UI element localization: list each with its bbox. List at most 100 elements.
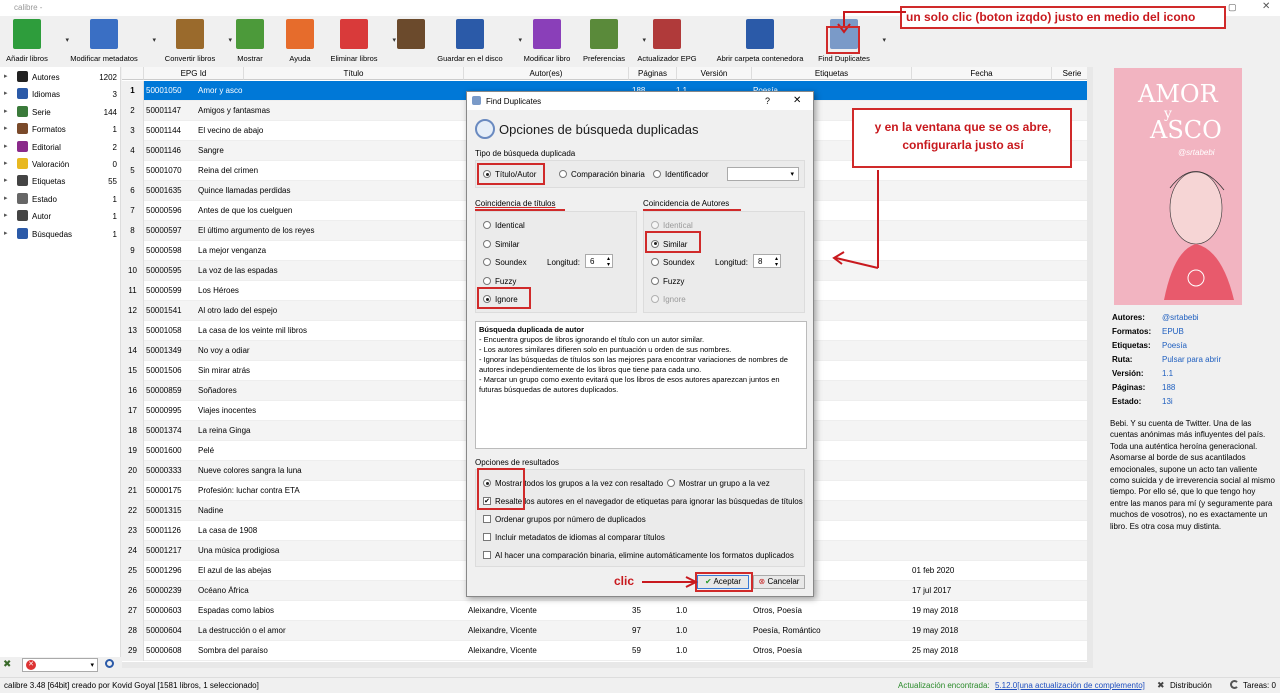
cell-date: 17 jul 2017 <box>912 586 952 595</box>
tasks-label[interactable]: Tareas: 0 <box>1243 681 1276 690</box>
radio-identificador[interactable] <box>653 170 661 178</box>
chevron-right-icon[interactable]: ▸ <box>4 211 8 219</box>
toolbar-button-10[interactable]: Actualizador EPG <box>637 16 697 66</box>
table-row[interactable]: 28 50000604 La destrucción o el amor Aleixa… <box>122 621 1093 641</box>
book-cover[interactable]: AMOR y ASCO @srtabebi <box>1114 68 1242 305</box>
cell-id: 50001050 <box>146 86 182 95</box>
sidebar-item-count: 3 <box>112 90 117 100</box>
cell-id: 50000859 <box>146 386 182 395</box>
check-include-languages[interactable] <box>483 533 491 541</box>
publisher-icon <box>17 140 28 152</box>
column-header[interactable]: Autor(es) <box>464 67 629 80</box>
sidebar-item-1[interactable]: ▸ Idiomas 3 <box>0 86 121 103</box>
meta-ruta-value[interactable]: Pulsar para abrir <box>1162 355 1221 364</box>
radio-title-soundex[interactable] <box>483 258 491 266</box>
toolbar-button-0[interactable]: Añadir libros ▾ <box>0 16 69 66</box>
check-include-languages-label: Incluir metadatos de idiomas al comparar… <box>495 533 665 542</box>
row-number: 6 <box>122 181 144 201</box>
row-number: 7 <box>122 201 144 221</box>
radio-title-similar[interactable] <box>483 239 491 248</box>
row-number: 25 <box>122 561 144 581</box>
check-remove-binary-duplicates[interactable] <box>483 551 491 559</box>
sidebar-item-5[interactable]: ▸ Valoración 0 <box>0 156 121 173</box>
chevron-down-icon[interactable]: ▾ <box>882 36 886 44</box>
chevron-right-icon[interactable]: ▸ <box>4 194 8 202</box>
sidebar-item-8[interactable]: ▸ Autor 1 <box>0 208 121 225</box>
radio-show-one-group[interactable] <box>667 479 675 487</box>
sidebar-item-7[interactable]: ▸ Estado 1 <box>0 191 121 208</box>
radio-author-soundex[interactable] <box>651 258 659 266</box>
identifier-select[interactable]: ▾ <box>727 167 799 181</box>
chevron-down-icon[interactable]: ▾ <box>152 36 156 44</box>
tag-search-input[interactable]: ✕ ▾ <box>22 658 98 672</box>
maximize-icon[interactable]: ▢ <box>1228 2 1237 13</box>
sidebar-item-2[interactable]: ▸ Serie 144 <box>0 104 121 121</box>
cell-id: 50001506 <box>146 366 182 375</box>
row-number: 28 <box>122 621 144 641</box>
book-list-vscroll[interactable] <box>1087 67 1093 662</box>
cell-id: 50000608 <box>146 646 182 655</box>
dialog-help-button[interactable]: ? <box>765 96 770 106</box>
toolbar-button-1[interactable]: Modificar metadatos ▾ <box>64 16 156 66</box>
radio-title-fuzzy[interactable] <box>483 276 491 285</box>
sidebar-item-4[interactable]: ▸ Editorial 2 <box>0 139 121 156</box>
toolbar-button-11[interactable]: Abrir carpeta contenedora <box>705 16 815 66</box>
radio-comparacion-binaria[interactable] <box>559 170 567 178</box>
cover-title-3: ASCO <box>1150 116 1222 144</box>
column-header[interactable]: Fecha <box>912 67 1052 80</box>
chevron-right-icon[interactable]: ▸ <box>4 72 8 80</box>
chevron-right-icon[interactable]: ▸ <box>4 124 8 132</box>
chevron-right-icon[interactable]: ▸ <box>4 89 8 97</box>
cell-title: Sangre <box>198 146 224 155</box>
title-length-spinner[interactable]: 6 ▴ ▾ <box>585 254 613 268</box>
sidebar-item-6[interactable]: ▸ Etiquetas 55 <box>0 173 121 190</box>
annotation-clic-arrow <box>642 576 699 588</box>
sidebar-item-9[interactable]: ▸ Búsquedas 1 <box>0 226 121 243</box>
column-header[interactable]: Versión <box>677 67 752 80</box>
clear-search-icon[interactable]: ✕ <box>26 660 36 670</box>
toolbar-button-9[interactable]: Preferencias ▾ <box>574 16 646 66</box>
check-sort-groups[interactable] <box>483 515 491 523</box>
radio-identificador-label: Identificador <box>665 170 709 179</box>
radio-author-fuzzy[interactable] <box>651 276 659 285</box>
tools-icon[interactable]: ✖ <box>3 659 11 670</box>
sidebar-item-0[interactable]: ▸ Autores 1202 <box>0 69 121 86</box>
column-header[interactable]: Título <box>244 67 464 80</box>
cell-title: Pelé <box>198 446 215 455</box>
convert-books-icon <box>176 19 204 49</box>
sidebar-item-count: 1202 <box>99 73 117 82</box>
book-list-hscroll[interactable] <box>122 662 1093 668</box>
chevron-right-icon[interactable]: ▸ <box>4 107 8 115</box>
column-header[interactable]: EPG Id <box>144 67 244 80</box>
cell-title: La casa de 1908 <box>198 526 258 535</box>
cell-id: 50001126 <box>146 526 181 535</box>
folder-icon <box>746 19 774 49</box>
find-duplicates-dialog: Find Duplicates ? ✕ Opciones de búsqueda… <box>466 91 814 597</box>
cell-date: 01 feb 2020 <box>912 566 955 575</box>
author-length-spinner[interactable]: 8 ▴ ▾ <box>753 254 781 268</box>
row-number: 1 <box>122 81 144 101</box>
table-row[interactable]: 27 50000603 Espadas como labios Aleixandre,… <box>122 601 1093 621</box>
table-row[interactable]: 29 50000608 Sombra del paraíso Aleixandre, … <box>122 641 1093 661</box>
edit-book-icon <box>533 19 561 49</box>
search-icon[interactable] <box>105 659 114 668</box>
toolbar-button-5[interactable]: Eliminar libros ▾ <box>324 16 396 66</box>
sidebar-item-3[interactable]: ▸ Formatos 1 <box>0 121 121 138</box>
chevron-right-icon[interactable]: ▸ <box>4 159 8 167</box>
update-link[interactable]: 5.12.0[una actualización de complemento] <box>995 681 1145 690</box>
radio-title-identical[interactable] <box>483 221 491 229</box>
accept-highlight <box>695 572 753 592</box>
dialog-close-icon[interactable]: ✕ <box>793 95 801 106</box>
cell-id: 50000597 <box>146 226 182 235</box>
toolbar-button-7[interactable]: Guardar en el disco ▾ <box>430 16 522 66</box>
close-window-icon[interactable]: ✕ <box>1262 1 1270 12</box>
chevron-right-icon[interactable]: ▸ <box>4 142 8 150</box>
column-header[interactable]: Páginas <box>629 67 677 80</box>
cell-title: Nadine <box>198 506 224 515</box>
chevron-right-icon[interactable]: ▸ <box>4 176 8 184</box>
cell-tags: Otros, Poesía <box>753 646 802 655</box>
column-header[interactable]: Etiquetas <box>752 67 912 80</box>
chevron-right-icon[interactable]: ▸ <box>4 229 8 237</box>
distribution-label[interactable]: Distribución <box>1170 681 1212 690</box>
cancel-button[interactable]: ⊗ Cancelar <box>753 575 805 589</box>
